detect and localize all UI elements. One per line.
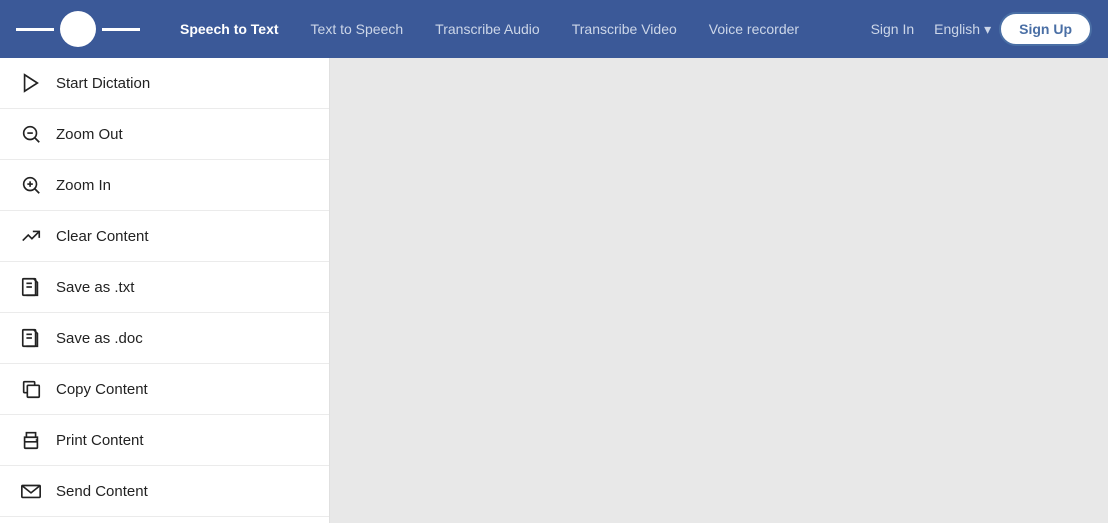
content-area bbox=[330, 58, 1108, 523]
sidebar-label-print-content: Print Content bbox=[56, 432, 144, 449]
language-section-label: Language bbox=[0, 517, 329, 523]
sidebar-item-send-content[interactable]: Send Content bbox=[0, 466, 329, 517]
nav-speech-to-text[interactable]: Speech to Text bbox=[164, 0, 295, 58]
clear-content-icon bbox=[20, 225, 42, 247]
sidebar-item-print-content[interactable]: Print Content bbox=[0, 415, 329, 466]
language-label: English bbox=[934, 21, 980, 37]
nav-text-to-speech[interactable]: Text to Speech bbox=[295, 0, 420, 58]
nav-links: Speech to Text Text to Speech Transcribe… bbox=[164, 0, 859, 58]
sidebar-item-zoom-in[interactable]: Zoom In bbox=[0, 160, 329, 211]
sidebar-label-copy-content: Copy Content bbox=[56, 381, 148, 398]
logo-line-left bbox=[16, 28, 54, 31]
logo bbox=[16, 11, 140, 47]
sidebar-label-clear-content: Clear Content bbox=[56, 228, 149, 245]
chevron-down-icon: ▾ bbox=[984, 21, 991, 38]
sign-up-button[interactable]: Sign Up bbox=[999, 12, 1092, 46]
save-doc-icon bbox=[20, 327, 42, 349]
send-content-icon bbox=[20, 480, 42, 502]
sign-in-link[interactable]: Sign In bbox=[859, 21, 927, 37]
nav-transcribe-audio[interactable]: Transcribe Audio bbox=[419, 0, 556, 58]
logo-circle bbox=[60, 11, 96, 47]
save-txt-icon bbox=[20, 276, 42, 298]
sidebar-label-save-doc: Save as .doc bbox=[56, 330, 143, 347]
main-layout: Start Dictation Zoom Out Zoom In Clear C… bbox=[0, 58, 1108, 523]
sidebar-item-copy-content[interactable]: Copy Content bbox=[0, 364, 329, 415]
dictation-icon bbox=[20, 72, 42, 94]
sidebar-item-zoom-out[interactable]: Zoom Out bbox=[0, 109, 329, 160]
nav-transcribe-video[interactable]: Transcribe Video bbox=[556, 0, 693, 58]
sidebar-label-zoom-in: Zoom In bbox=[56, 177, 111, 194]
sidebar-item-clear-content[interactable]: Clear Content bbox=[0, 211, 329, 262]
logo-line-right bbox=[102, 28, 140, 31]
sidebar-item-start-dictation[interactable]: Start Dictation bbox=[0, 58, 329, 109]
sidebar-label-zoom-out: Zoom Out bbox=[56, 126, 123, 143]
print-content-icon bbox=[20, 429, 42, 451]
sidebar: Start Dictation Zoom Out Zoom In Clear C… bbox=[0, 58, 330, 523]
nav-right: Sign In English ▾ Sign Up bbox=[859, 12, 1092, 46]
navbar: Speech to Text Text to Speech Transcribe… bbox=[0, 0, 1108, 58]
zoom-in-icon bbox=[20, 174, 42, 196]
copy-content-icon bbox=[20, 378, 42, 400]
language-selector[interactable]: English ▾ bbox=[934, 21, 991, 38]
sidebar-label-save-txt: Save as .txt bbox=[56, 279, 134, 296]
sidebar-label-start-dictation: Start Dictation bbox=[56, 75, 150, 92]
sidebar-item-save-doc[interactable]: Save as .doc bbox=[0, 313, 329, 364]
sidebar-item-save-txt[interactable]: Save as .txt bbox=[0, 262, 329, 313]
zoom-out-icon bbox=[20, 123, 42, 145]
sidebar-label-send-content: Send Content bbox=[56, 483, 148, 500]
nav-voice-recorder[interactable]: Voice recorder bbox=[693, 0, 815, 58]
